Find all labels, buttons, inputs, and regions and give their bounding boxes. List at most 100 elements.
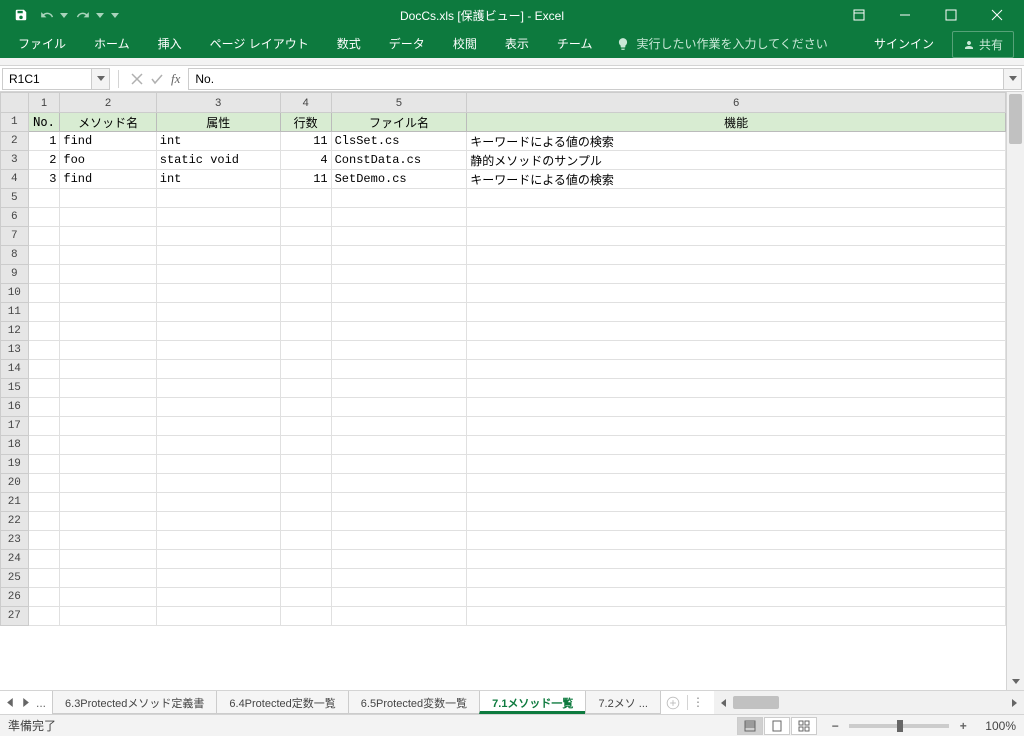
row-header-10[interactable]: 10	[1, 284, 29, 303]
cell[interactable]	[331, 512, 467, 531]
cell[interactable]	[28, 512, 60, 531]
cell[interactable]	[156, 227, 280, 246]
add-sheet-button[interactable]	[661, 691, 685, 714]
row-header-19[interactable]: 19	[1, 455, 29, 474]
cell[interactable]	[467, 341, 1006, 360]
ribbon-tab-team[interactable]: チーム	[543, 29, 607, 58]
cell[interactable]	[331, 417, 467, 436]
row-header-7[interactable]: 7	[1, 227, 29, 246]
cell[interactable]	[156, 189, 280, 208]
header-cell[interactable]: No.	[28, 113, 60, 132]
cell[interactable]	[331, 265, 467, 284]
cell[interactable]	[28, 417, 60, 436]
cell[interactable]	[156, 379, 280, 398]
row-header-18[interactable]: 18	[1, 436, 29, 455]
col-header-2[interactable]: 2	[60, 93, 156, 113]
cell[interactable]	[467, 360, 1006, 379]
cell[interactable]	[280, 474, 331, 493]
row-header-20[interactable]: 20	[1, 474, 29, 493]
view-pagelayout-button[interactable]	[764, 717, 790, 735]
cell[interactable]	[28, 360, 60, 379]
cell-grid[interactable]: 1234561No.メソッド名属性行数ファイル名機能21findint11Cls…	[0, 92, 1006, 626]
cell[interactable]	[280, 341, 331, 360]
cell[interactable]	[280, 189, 331, 208]
cell[interactable]	[156, 360, 280, 379]
cell[interactable]	[331, 189, 467, 208]
cell[interactable]	[156, 265, 280, 284]
cell[interactable]	[280, 588, 331, 607]
cell[interactable]	[60, 588, 156, 607]
cell[interactable]: 11	[280, 132, 331, 151]
cell[interactable]	[280, 284, 331, 303]
cell[interactable]	[156, 208, 280, 227]
sheet-tab[interactable]: 6.3Protectedメソッド定義書	[52, 691, 217, 714]
cell[interactable]	[280, 398, 331, 417]
cell[interactable]	[331, 322, 467, 341]
cell[interactable]	[280, 379, 331, 398]
cell[interactable]	[156, 398, 280, 417]
row-header-16[interactable]: 16	[1, 398, 29, 417]
cell[interactable]	[60, 493, 156, 512]
undo-dropdown-icon[interactable]	[60, 13, 68, 18]
cancel-formula-button[interactable]	[127, 69, 147, 89]
cell[interactable]	[28, 322, 60, 341]
name-box[interactable]: R1C1	[2, 68, 92, 90]
tell-me-search[interactable]: 実行したい作業を入力してください	[606, 29, 837, 58]
header-cell[interactable]: ファイル名	[331, 113, 467, 132]
cell[interactable]	[467, 322, 1006, 341]
scroll-right-arrow[interactable]	[1005, 694, 1022, 711]
cell[interactable]	[28, 398, 60, 417]
redo-dropdown-icon[interactable]	[96, 13, 104, 18]
cell[interactable]	[331, 550, 467, 569]
row-header-8[interactable]: 8	[1, 246, 29, 265]
cell[interactable]	[156, 246, 280, 265]
cell[interactable]	[156, 531, 280, 550]
expand-formula-bar[interactable]	[1004, 68, 1022, 90]
cell[interactable]: find	[60, 170, 156, 189]
cell[interactable]: キーワードによる値の検索	[467, 132, 1006, 151]
cell[interactable]	[280, 493, 331, 512]
cell[interactable]	[280, 550, 331, 569]
cell[interactable]	[280, 227, 331, 246]
col-header-1[interactable]: 1	[28, 93, 60, 113]
cell[interactable]	[28, 474, 60, 493]
ribbon-tab-home[interactable]: ホーム	[80, 29, 144, 58]
cell[interactable]	[60, 189, 156, 208]
cell[interactable]	[28, 303, 60, 322]
cell[interactable]	[280, 436, 331, 455]
cell[interactable]	[156, 474, 280, 493]
row-header-11[interactable]: 11	[1, 303, 29, 322]
cell[interactable]	[28, 436, 60, 455]
cell[interactable]	[60, 550, 156, 569]
cell[interactable]	[28, 569, 60, 588]
ribbon-display-button[interactable]	[836, 0, 882, 30]
cell[interactable]	[467, 417, 1006, 436]
scroll-left-arrow[interactable]	[716, 694, 733, 711]
tab-nav-next[interactable]	[21, 696, 30, 710]
view-pagebreak-button[interactable]	[791, 717, 817, 735]
cell[interactable]	[28, 265, 60, 284]
scroll-down-arrow[interactable]	[1007, 673, 1024, 690]
cell[interactable]	[156, 417, 280, 436]
ribbon-tab-formulas[interactable]: 数式	[323, 29, 375, 58]
maximize-button[interactable]	[928, 0, 974, 30]
cell[interactable]	[60, 246, 156, 265]
horizontal-scrollbar[interactable]	[714, 691, 1024, 714]
cell[interactable]	[467, 531, 1006, 550]
cell[interactable]	[331, 474, 467, 493]
cell[interactable]	[60, 341, 156, 360]
cell[interactable]	[280, 360, 331, 379]
cell[interactable]	[331, 303, 467, 322]
cell[interactable]	[280, 265, 331, 284]
sheet-tab[interactable]: 7.2メソ ...	[585, 691, 661, 714]
cell[interactable]	[280, 531, 331, 550]
cell[interactable]	[60, 227, 156, 246]
row-header-15[interactable]: 15	[1, 379, 29, 398]
name-box-dropdown[interactable]	[92, 68, 110, 90]
cell[interactable]	[28, 284, 60, 303]
cell[interactable]	[60, 436, 156, 455]
cell[interactable]	[467, 227, 1006, 246]
cell[interactable]	[467, 474, 1006, 493]
col-header-4[interactable]: 4	[280, 93, 331, 113]
cell[interactable]	[156, 341, 280, 360]
